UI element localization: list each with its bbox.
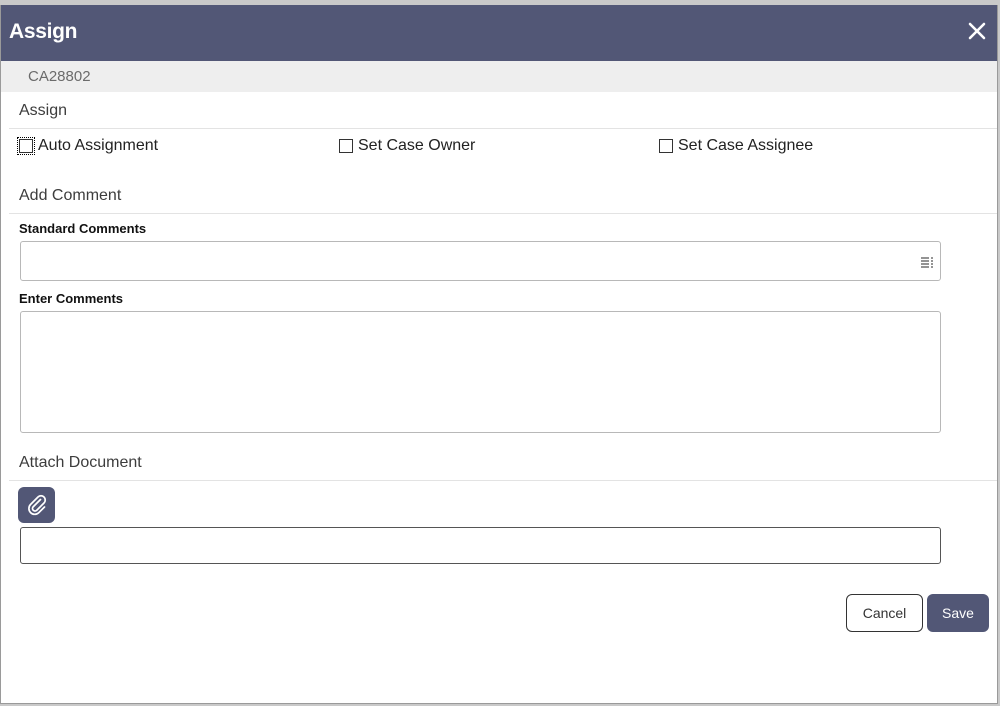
- checkbox-box[interactable]: [339, 139, 353, 153]
- case-id-band: CA28802: [1, 61, 997, 92]
- divider: [9, 213, 997, 214]
- save-button[interactable]: Save: [927, 594, 989, 632]
- standard-comments-field[interactable]: [20, 241, 941, 281]
- close-icon: [968, 22, 986, 40]
- enter-comments-textarea[interactable]: [20, 311, 941, 433]
- dialog-titlebar: Assign: [1, 5, 997, 61]
- auto-assignment-checkbox[interactable]: Auto Assignment: [17, 136, 159, 156]
- set-case-assignee-checkbox[interactable]: Set Case Assignee: [659, 136, 813, 156]
- auto-assignment-label: Auto Assignment: [38, 137, 159, 154]
- set-case-owner-checkbox[interactable]: Set Case Owner: [339, 136, 475, 156]
- add-comment-section-title: Add Comment: [19, 187, 122, 204]
- attached-file-field[interactable]: [20, 527, 941, 564]
- assign-section-title: Assign: [19, 102, 68, 119]
- divider: [9, 480, 997, 481]
- paperclip-icon: [28, 494, 47, 516]
- close-button[interactable]: [965, 19, 989, 43]
- checkbox-box[interactable]: [659, 139, 673, 153]
- attach-document-button[interactable]: [18, 487, 55, 523]
- attach-document-section-title: Attach Document: [19, 454, 142, 471]
- checkbox-box[interactable]: [17, 137, 35, 155]
- divider: [9, 128, 997, 129]
- set-case-assignee-label: Set Case Assignee: [678, 137, 814, 154]
- assign-dialog: Assign CA28802 Assign Auto Assignment Se…: [0, 5, 998, 704]
- cancel-button[interactable]: Cancel: [846, 594, 923, 632]
- standard-comments-label: Standard Comments: [19, 221, 147, 236]
- enter-comments-label: Enter Comments: [19, 291, 124, 306]
- dialog-title: Assign: [9, 20, 78, 43]
- case-id: CA28802: [28, 68, 91, 85]
- list-icon[interactable]: [920, 255, 934, 269]
- set-case-owner-label: Set Case Owner: [358, 137, 476, 154]
